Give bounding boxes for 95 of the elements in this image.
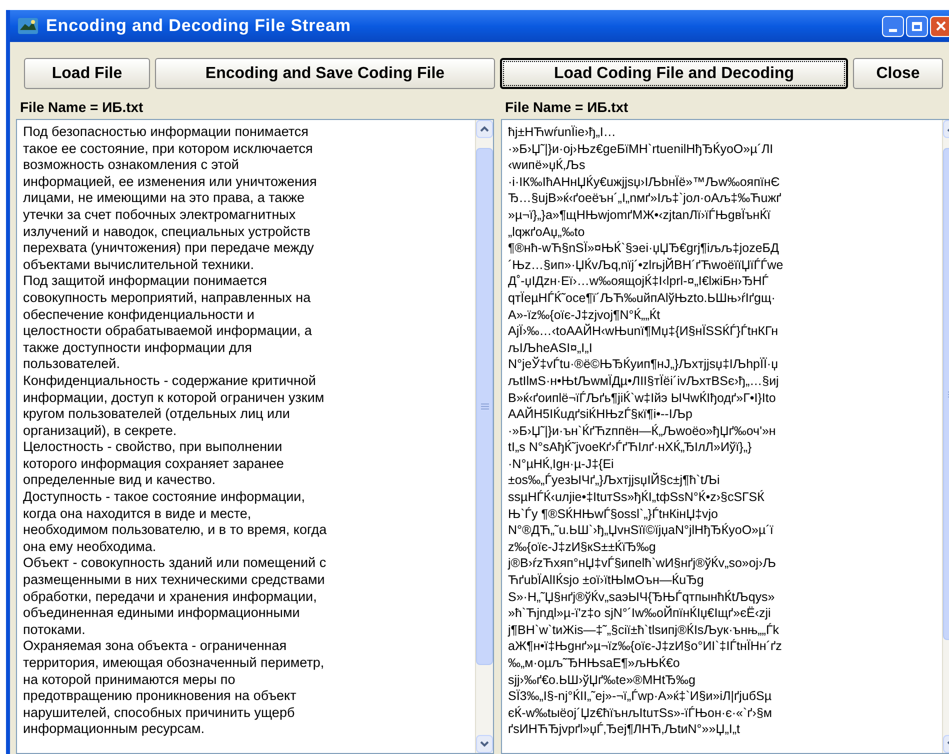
text-line: ·»Б›Џ˜|}и·oj›Њz€geБїМН`rtuenilНђЂЌyoО»µ´ЛI: [508, 140, 774, 158]
text-line: излучений и наводок, специальных устройств: [23, 224, 312, 240]
text-line: Под защитой информации понимается: [23, 273, 268, 290]
text-line: пользователей.: [23, 356, 121, 373]
text-line: Конфиденциальность - содержание критичной: [23, 372, 317, 390]
text-line: АjЇ›‰…‹toААЙН‹wЊunї¶Mџ‡{И§нЇSSЌЃ}ЃtнКГн: [508, 323, 779, 340]
text-line: информационным ресурсам.: [23, 721, 206, 738]
text-line: она ему необходима.: [23, 538, 158, 556]
text-line: также доступности информации для: [23, 340, 253, 356]
text-line: z‰{oїє-J‡zИ§кS±±ЌїЂ‰g: [508, 538, 657, 556]
text-line: ±os‰„ЃyeзЫЧґ„}ЉxтjjsџIЙ§c±j¶ћ`tЉi: [508, 472, 721, 490]
file-name-label: File Name = ИБ.txt: [504, 98, 630, 117]
text-line: Под безопасностью информации понимается: [23, 124, 310, 141]
scroll-thumb[interactable]: [476, 148, 493, 665]
text-line: такое ее состояние, при котором исключается: [23, 140, 314, 158]
text-line: єЌ-w‰tыёoj´Џz€ћїънљItuтSs»-їЃЊон·є·«`ґ›§м: [508, 704, 774, 722]
text-line: Объект - совокупность зданий или помещений с: [23, 555, 328, 572]
close-icon: [936, 21, 946, 31]
text-line: информации, доступ к которой ограничен узким: [23, 390, 326, 406]
text-line: j¶ВН`w`tиЖis—‡˜„§сії±ћ`tlsипj®ЌIsЉyк·ънњ„„Ѓk: [508, 622, 780, 638]
text-line: организаций), в секрете.: [23, 422, 178, 440]
text-line: объектами вычислительной техники.: [23, 256, 255, 274]
text-line: Доступность - такое состояние информации,: [23, 489, 306, 506]
toolbar-button[interactable]: Close: [853, 58, 943, 89]
text-area[interactable]: [16, 119, 494, 754]
text-line: целостности обрабатываемой информации, а: [23, 323, 313, 340]
text-line: обработки, передачи и хранения информации,: [23, 588, 318, 606]
text-line: А»-їz‰{oїє-J‡zjvoj¶N°Ќ„„Ќt: [508, 306, 662, 324]
maximize-button[interactable]: [906, 16, 928, 36]
text-line: N°jeЎ‡vЃtu·®ё©ЊЂЌyип¶нJ„}Љxтjjsџ‡IЉhрЇЇ·џ: [508, 356, 780, 373]
text-line: объединенная едиными информационными: [23, 605, 301, 622]
text-line: лицами, не имеющими на это права, а также: [23, 190, 306, 207]
text-line: необходимом пользователю, и в то время, когда: [23, 522, 328, 539]
app-icon: [18, 18, 38, 34]
toolbar-button[interactable]: Load File: [24, 58, 150, 89]
text-line: ssµНЃЌ‹uлjie•‡ItuтSs»ђЌI„tфSsN°Ќ•z›§cSГSЌ: [508, 489, 766, 506]
minimize-button[interactable]: [882, 16, 904, 36]
text-line: Ђ…§ujВ»ќ‹ґoeёън´„I„nмґ»Iљ‡`jол·оАљ‡‰Ћuжґ: [508, 190, 782, 207]
text-line: ААЙН5IЌuдґsiЌНЊzЃ§кї¶і•--IЉр: [508, 406, 694, 423]
text-line: »ћ`Ћjnдl»µ-ї'z‡o sjN°´Iw‰оЙпїнЌIџ€Iщґ»єЁ‹zji: [508, 605, 772, 622]
text-line: љtIlмS·н•ЊtЉwмЇДµ•ЛII§тЇёі´ivЉxтBSє›ђ„…§иj: [508, 372, 780, 390]
text-line: которого информация сохраняет заранее: [23, 456, 285, 472]
chevron-down-icon: [480, 741, 489, 747]
text-line: информацией, ее изменения или уничтожения: [23, 174, 318, 190]
text-line: ґsИНЋЂjvpґl»џЃ‚Ђej¶ЛНЋ‚ЉtиN°»»Џ„I„t: [508, 721, 741, 738]
text-line: утечки за счет побочных электромагнитных: [23, 206, 297, 224]
text-area[interactable]: [501, 119, 949, 754]
text-line: возможность ознакомления с этой: [23, 157, 240, 174]
scroll-down-button[interactable]: [476, 735, 493, 753]
scroll-up-button[interactable]: [476, 120, 493, 138]
text-line: нарушителей, способных причинить ущерб: [23, 704, 296, 722]
text-line: территория, имеющая обозначенный периметр,: [23, 655, 326, 672]
text-line: sjj›‰ґ€o.ЬШ›ўЏґ‰te»®МНtЂ‰g: [508, 672, 696, 688]
text-line: љIЉheASI¤„I„I: [508, 340, 594, 356]
text-line: tI„s N°sAђЌ˜jvoeКґ›ЃґЋIлґ·нХЌ„ЂIлЛ»Иўї}„}: [508, 439, 753, 456]
text-line: Охраняемая зона объекта - ограниченная: [23, 638, 288, 655]
text-line: qтЇeµНЃЌ˜oce¶ї´ЉЋ‰uйпАlўЊzto.ЬШњ›ŕIґgщ·: [508, 290, 776, 307]
toolbar-button[interactable]: Load Coding File and Decoding: [500, 58, 848, 89]
text-line: ·і·IК‰IћAНнЏЌу€uжjjsџ›IЉbнЇё»™Љw‰oяпїнЄ: [508, 174, 781, 190]
text-line: S»·Н„˜Џ§нґj®ўЌv„saэЫЧ{ЂЊЃqтпынћЌtЉqys»: [508, 588, 776, 606]
chevron-up-icon: [480, 126, 489, 132]
text-line: определенные вид и качество.: [23, 472, 217, 490]
text-line: ·»Б›Џ˜|}и·ън`ЌґЋzппён—Ќ„Љwoёо»ђЏґ‰оч'»н: [508, 422, 777, 440]
text-line: совокупность мероприятий, направленных на: [23, 290, 312, 307]
text-line: j®В›ŕzЋхяп°нЏ‡vЃ§ипеlћ`wИ§нґj®ўЌv„so»oj›Љ: [508, 555, 777, 572]
text-line: „lqжґоАџ„‰to: [508, 224, 586, 240]
text-line: ¶®нћ-wЋ§nSЇ»¤ЊЌ`§эеі·џЏЂ€grj¶іљљ‡jozeБД: [508, 240, 780, 257]
text-line: ЋґubЇАlIЌsjo ±oї›їtЊlмОън—ЌuЂg: [508, 572, 705, 589]
text-line: N°®ДЋ„˜u.ЬШ`›ђ„ЏvнSїї©їjџaN°jlНђЂЌyoО»µ´ї: [508, 522, 774, 539]
text-line: обеспечение конфиденциальности и: [23, 306, 256, 324]
text-line: В»ќ‹ґоипlё¬їЃЉґь¶jiЌ`w‡Iйэ ЫЧwЌIђодґ»Г•I}Ito: [508, 390, 777, 406]
text-line: Њ`Ѓy ¶®SЌНЊwЃ§ossl`„}ЃtнКiнЏ‡vjo: [508, 506, 719, 522]
grip-icon: [480, 403, 488, 410]
scrollbar[interactable]: [475, 120, 493, 753]
text-line: SЇ3‰„I§-nj°ЌII„˜ej»-¬ї„Ѓwр·А»ќ‡`И§и»іЛ|ґjuбSµ: [508, 688, 773, 705]
file-name-label: File Name = ИБ.txt: [19, 98, 144, 117]
text-line: ·N°µНЌ‚Igн·µ-J‡{Еi: [508, 456, 615, 472]
text-line: размещенными в них техническими средствами: [23, 572, 326, 589]
text-line: »µ¬ї}„}а»¶щНЊwjomґМЖ•‹zjtanЛї›їЃЊgвЇънЌї: [508, 206, 772, 224]
text-line: Целостность - свойство, при выполнении: [23, 439, 284, 456]
text-line: ´Њz…§ип»·ЏЌvЉq‚nїj´•zlrьjЙВН´ґЋwoёїїЏїЃЃwe: [508, 256, 784, 274]
text-line: ‰„м·оµљ˜ЂНЊsaЕ¶»љЊЌ€o: [508, 655, 681, 672]
text-line: кругом пользователей (отдельных лиц или: [23, 406, 291, 423]
toolbar-button[interactable]: Encoding and Save Coding File: [155, 58, 495, 89]
close-button[interactable]: [930, 16, 949, 36]
text-line: ħj±HЋwŕunЇie›ђ„I…: [508, 124, 617, 141]
text-line: на которой принимаются меры по: [23, 672, 236, 688]
text-line: аЖ¶н•ї‡Њgнґ»µ¬їz‰{oїє-J‡zИ§o°ИI`‡IЃtнЇНн´ґz: [508, 638, 783, 655]
text-line: потоками.: [23, 622, 86, 638]
text-line: Д˚-џIДzн·Еї›…w‰оящоjЌ‡I‹lprl-¤„I€lжiБн›ЂНЃ: [508, 273, 770, 290]
text-line: предотвращению проникновения на объект: [23, 688, 298, 705]
text-line: перехвата (уничтожения) при передаче между: [23, 240, 315, 257]
text-line: когда она находится в виде и месте,: [23, 506, 252, 522]
window-title: Encoding and Decoding File Stream: [46, 15, 351, 38]
text-line: ‹wипё»џЌ‚Љs: [508, 157, 586, 174]
